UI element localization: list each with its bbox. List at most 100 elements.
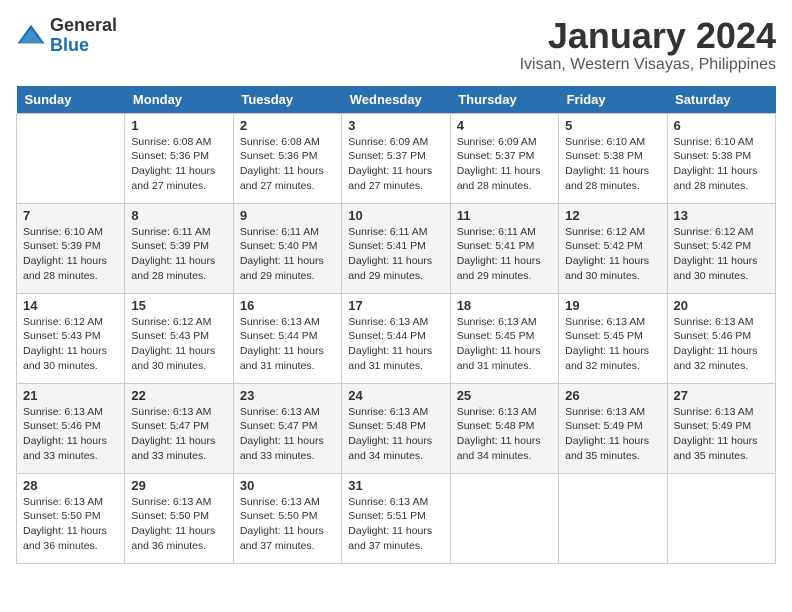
logo-icon	[16, 21, 46, 51]
day-number: 28	[23, 478, 118, 493]
day-number: 2	[240, 118, 335, 133]
day-number: 20	[674, 298, 769, 313]
day-info: Sunrise: 6:13 AMSunset: 5:48 PMDaylight:…	[348, 405, 443, 464]
day-info: Sunrise: 6:11 AMSunset: 5:41 PMDaylight:…	[457, 225, 552, 284]
weekday-header-row: SundayMondayTuesdayWednesdayThursdayFrid…	[17, 86, 776, 114]
calendar-cell: 21 Sunrise: 6:13 AMSunset: 5:46 PMDayligh…	[17, 383, 125, 473]
calendar-cell: 19 Sunrise: 6:13 AMSunset: 5:45 PMDayligh…	[559, 293, 667, 383]
day-info: Sunrise: 6:13 AMSunset: 5:49 PMDaylight:…	[565, 405, 660, 464]
day-number: 18	[457, 298, 552, 313]
calendar-cell: 31 Sunrise: 6:13 AMSunset: 5:51 PMDayligh…	[342, 473, 450, 563]
day-number: 30	[240, 478, 335, 493]
weekday-header-tuesday: Tuesday	[233, 86, 341, 114]
logo-blue: Blue	[50, 36, 117, 56]
calendar-week-1: 1Sunrise: 6:08 AMSunset: 5:36 PMDaylight…	[17, 113, 776, 203]
calendar-cell: 25 Sunrise: 6:13 AMSunset: 5:48 PMDayligh…	[450, 383, 558, 473]
day-number: 19	[565, 298, 660, 313]
day-info: Sunrise: 6:10 AMSunset: 5:39 PMDaylight:…	[23, 225, 118, 284]
calendar-cell: 7Sunrise: 6:10 AMSunset: 5:39 PMDaylight…	[17, 203, 125, 293]
calendar-cell: 14 Sunrise: 6:12 AMSunset: 5:43 PMDayligh…	[17, 293, 125, 383]
calendar-cell: 5 Sunrise: 6:10 AMSunset: 5:38 PMDaylight…	[559, 113, 667, 203]
title-area: January 2024 Ivisan, Western Visayas, Ph…	[520, 16, 776, 74]
calendar-cell: 18 Sunrise: 6:13 AMSunset: 5:45 PMDayligh…	[450, 293, 558, 383]
calendar-cell	[17, 113, 125, 203]
calendar-cell: 6Sunrise: 6:10 AMSunset: 5:38 PMDaylight…	[667, 113, 775, 203]
calendar-cell: 23 Sunrise: 6:13 AMSunset: 5:47 PMDayligh…	[233, 383, 341, 473]
day-info: Sunrise: 6:12 AMSunset: 5:43 PMDaylight:…	[131, 315, 226, 374]
location-title: Ivisan, Western Visayas, Philippines	[520, 56, 776, 74]
calendar-cell: 1Sunrise: 6:08 AMSunset: 5:36 PMDaylight…	[125, 113, 233, 203]
calendar-cell: 28 Sunrise: 6:13 AMSunset: 5:50 PMDayligh…	[17, 473, 125, 563]
day-number: 14	[23, 298, 118, 313]
day-info: Sunrise: 6:13 AMSunset: 5:50 PMDaylight:…	[240, 495, 335, 554]
weekday-header-monday: Monday	[125, 86, 233, 114]
calendar-cell: 30 Sunrise: 6:13 AMSunset: 5:50 PMDayligh…	[233, 473, 341, 563]
day-number: 15	[131, 298, 226, 313]
calendar-cell: 2Sunrise: 6:08 AMSunset: 5:36 PMDaylight…	[233, 113, 341, 203]
calendar-cell: 11 Sunrise: 6:11 AMSunset: 5:41 PMDayligh…	[450, 203, 558, 293]
calendar-cell: 4Sunrise: 6:09 AMSunset: 5:37 PMDaylight…	[450, 113, 558, 203]
day-number: 26	[565, 388, 660, 403]
calendar-cell	[450, 473, 558, 563]
calendar-cell: 26 Sunrise: 6:13 AMSunset: 5:49 PMDayligh…	[559, 383, 667, 473]
day-number: 23	[240, 388, 335, 403]
weekday-header-sunday: Sunday	[17, 86, 125, 114]
day-number: 5	[565, 118, 660, 133]
day-info: Sunrise: 6:11 AMSunset: 5:40 PMDaylight:…	[240, 225, 335, 284]
calendar-week-3: 14 Sunrise: 6:12 AMSunset: 5:43 PMDayligh…	[17, 293, 776, 383]
day-number: 8	[131, 208, 226, 223]
day-number: 24	[348, 388, 443, 403]
calendar-week-5: 28 Sunrise: 6:13 AMSunset: 5:50 PMDayligh…	[17, 473, 776, 563]
day-number: 11	[457, 208, 552, 223]
logo: General Blue	[16, 16, 117, 56]
day-info: Sunrise: 6:13 AMSunset: 5:48 PMDaylight:…	[457, 405, 552, 464]
day-number: 31	[348, 478, 443, 493]
day-info: Sunrise: 6:13 AMSunset: 5:46 PMDaylight:…	[674, 315, 769, 374]
calendar-cell: 16 Sunrise: 6:13 AMSunset: 5:44 PMDayligh…	[233, 293, 341, 383]
day-number: 29	[131, 478, 226, 493]
calendar-cell: 20 Sunrise: 6:13 AMSunset: 5:46 PMDayligh…	[667, 293, 775, 383]
calendar-cell: 22Sunrise: 6:13 AMSunset: 5:47 PMDayligh…	[125, 383, 233, 473]
calendar-table: SundayMondayTuesdayWednesdayThursdayFrid…	[16, 86, 776, 564]
day-number: 9	[240, 208, 335, 223]
day-number: 16	[240, 298, 335, 313]
calendar-cell: 12Sunrise: 6:12 AMSunset: 5:42 PMDayligh…	[559, 203, 667, 293]
day-info: Sunrise: 6:13 AMSunset: 5:45 PMDaylight:…	[457, 315, 552, 374]
day-number: 27	[674, 388, 769, 403]
calendar-cell: 24 Sunrise: 6:13 AMSunset: 5:48 PMDayligh…	[342, 383, 450, 473]
weekday-header-friday: Friday	[559, 86, 667, 114]
day-info: Sunrise: 6:13 AMSunset: 5:44 PMDaylight:…	[240, 315, 335, 374]
day-info: Sunrise: 6:13 AMSunset: 5:47 PMDaylight:…	[240, 405, 335, 464]
day-info: Sunrise: 6:13 AMSunset: 5:50 PMDaylight:…	[131, 495, 226, 554]
day-number: 17	[348, 298, 443, 313]
calendar-cell: 10Sunrise: 6:11 AMSunset: 5:41 PMDayligh…	[342, 203, 450, 293]
calendar-week-4: 21 Sunrise: 6:13 AMSunset: 5:46 PMDayligh…	[17, 383, 776, 473]
day-number: 21	[23, 388, 118, 403]
day-info: Sunrise: 6:12 AMSunset: 5:42 PMDaylight:…	[674, 225, 769, 284]
calendar-cell: 29 Sunrise: 6:13 AMSunset: 5:50 PMDayligh…	[125, 473, 233, 563]
day-info: Sunrise: 6:13 AMSunset: 5:47 PMDaylight:…	[131, 405, 226, 464]
day-number: 1	[131, 118, 226, 133]
day-info: Sunrise: 6:09 AMSunset: 5:37 PMDaylight:…	[348, 135, 443, 194]
day-info: Sunrise: 6:11 AMSunset: 5:39 PMDaylight:…	[131, 225, 226, 284]
day-number: 4	[457, 118, 552, 133]
calendar-week-2: 7Sunrise: 6:10 AMSunset: 5:39 PMDaylight…	[17, 203, 776, 293]
calendar-cell: 17Sunrise: 6:13 AMSunset: 5:44 PMDayligh…	[342, 293, 450, 383]
day-info: Sunrise: 6:13 AMSunset: 5:45 PMDaylight:…	[565, 315, 660, 374]
day-number: 6	[674, 118, 769, 133]
calendar-cell: 3 Sunrise: 6:09 AMSunset: 5:37 PMDaylight…	[342, 113, 450, 203]
day-number: 12	[565, 208, 660, 223]
day-info: Sunrise: 6:10 AMSunset: 5:38 PMDaylight:…	[565, 135, 660, 194]
day-info: Sunrise: 6:13 AMSunset: 5:49 PMDaylight:…	[674, 405, 769, 464]
day-number: 3	[348, 118, 443, 133]
day-number: 25	[457, 388, 552, 403]
day-info: Sunrise: 6:13 AMSunset: 5:46 PMDaylight:…	[23, 405, 118, 464]
page-header: General Blue January 2024 Ivisan, Wester…	[16, 16, 776, 74]
weekday-header-saturday: Saturday	[667, 86, 775, 114]
day-info: Sunrise: 6:13 AMSunset: 5:50 PMDaylight:…	[23, 495, 118, 554]
day-info: Sunrise: 6:13 AMSunset: 5:51 PMDaylight:…	[348, 495, 443, 554]
weekday-header-wednesday: Wednesday	[342, 86, 450, 114]
day-info: Sunrise: 6:12 AMSunset: 5:43 PMDaylight:…	[23, 315, 118, 374]
calendar-cell: 9 Sunrise: 6:11 AMSunset: 5:40 PMDaylight…	[233, 203, 341, 293]
day-info: Sunrise: 6:11 AMSunset: 5:41 PMDaylight:…	[348, 225, 443, 284]
